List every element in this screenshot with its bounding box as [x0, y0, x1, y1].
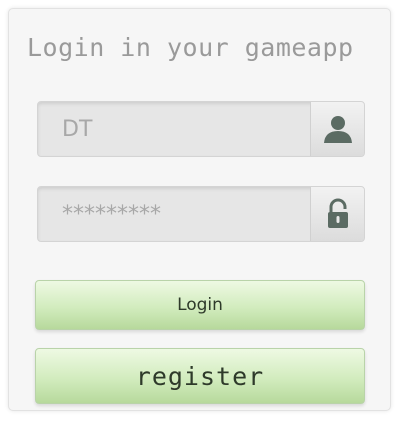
page-title: Login in your gameapp	[27, 33, 354, 62]
lock-icon	[327, 198, 348, 228]
register-button[interactable]: register	[35, 348, 365, 404]
username-input[interactable]	[38, 102, 311, 156]
user-icon	[323, 116, 352, 143]
username-group	[37, 101, 365, 157]
login-button[interactable]: Login	[35, 280, 365, 330]
login-card: Login in your gameapp Login register	[8, 8, 391, 411]
password-input[interactable]	[38, 187, 311, 241]
password-group	[37, 186, 365, 242]
password-addon	[310, 187, 364, 241]
username-addon	[310, 102, 364, 156]
